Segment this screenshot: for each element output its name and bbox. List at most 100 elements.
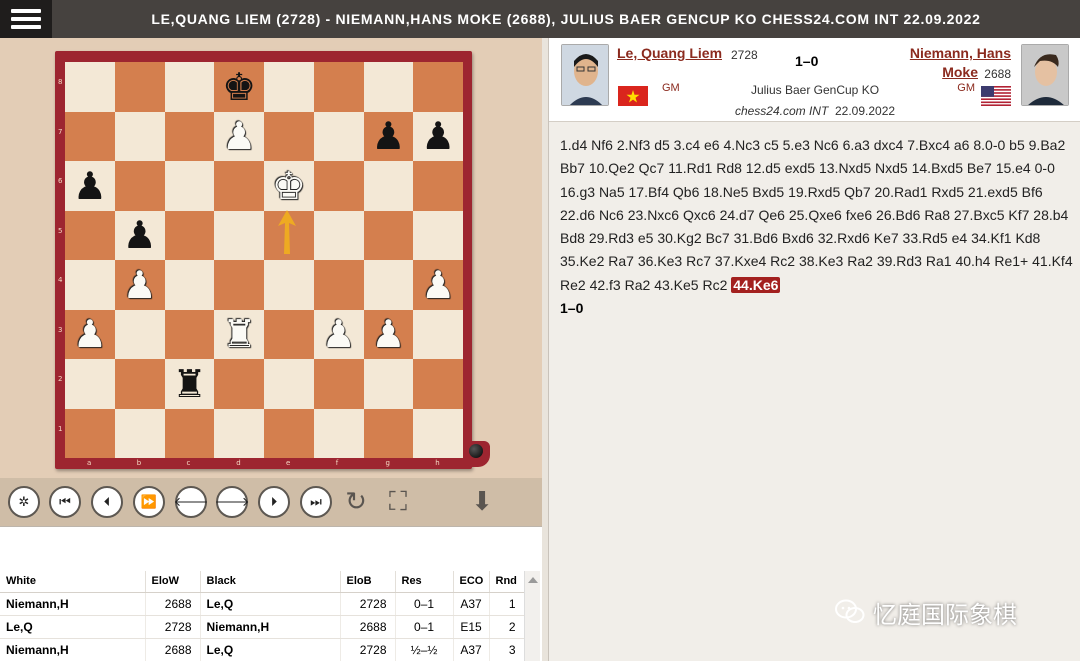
square-h1[interactable] bbox=[413, 408, 463, 458]
move-item[interactable]: Bxd5 bbox=[752, 184, 784, 200]
move-item[interactable]: 0-0 bbox=[1035, 160, 1055, 176]
square-f8[interactable] bbox=[313, 62, 364, 112]
move-item[interactable]: 31.Bd6 bbox=[734, 230, 778, 246]
square-h5[interactable] bbox=[413, 210, 463, 260]
square-b8[interactable] bbox=[114, 62, 165, 112]
move-item[interactable]: fxe6 bbox=[846, 207, 872, 223]
square-c7[interactable] bbox=[164, 111, 215, 161]
fast-forward-button[interactable]: ⏩ bbox=[133, 486, 165, 518]
move-item[interactable]: 18.Ne5 bbox=[703, 184, 748, 200]
move-item[interactable]: Qb6 bbox=[673, 184, 699, 200]
move-item[interactable]: Nc6 bbox=[814, 137, 839, 153]
move-item[interactable]: Nxd5 bbox=[875, 160, 908, 176]
move-item[interactable]: 4.Nc3 bbox=[723, 137, 760, 153]
move-item[interactable]: Be7 bbox=[967, 160, 992, 176]
white-pawn-icon[interactable]: ♟ bbox=[115, 260, 165, 310]
move-item[interactable]: 24.d7 bbox=[720, 207, 755, 223]
move-item[interactable]: e4 bbox=[952, 230, 968, 246]
move-item[interactable]: Rc2 bbox=[702, 277, 727, 293]
square-c3[interactable] bbox=[164, 309, 215, 359]
move-item[interactable]: 30.Kg2 bbox=[657, 230, 701, 246]
move-item[interactable]: Qc7 bbox=[639, 160, 665, 176]
square-e3[interactable] bbox=[264, 309, 314, 359]
square-d4[interactable] bbox=[214, 260, 264, 310]
table-row[interactable]: Le,Q 2728 Niemann,H 2688 0–1 E15 2 bbox=[0, 615, 525, 639]
move-item[interactable]: Kf7 bbox=[1008, 207, 1029, 223]
square-f5[interactable] bbox=[313, 210, 364, 260]
white-pawn-icon[interactable]: ♟ bbox=[314, 310, 364, 360]
move-item[interactable]: 2.Nf3 bbox=[617, 137, 650, 153]
move-item[interactable]: 38.Ke3 bbox=[799, 253, 843, 269]
square-h3[interactable] bbox=[413, 309, 463, 359]
move-item[interactable]: e5 bbox=[638, 230, 654, 246]
move-item[interactable]: 26.Bd6 bbox=[876, 207, 920, 223]
square-f1[interactable] bbox=[313, 408, 364, 458]
square-e7[interactable] bbox=[264, 111, 314, 161]
move-item[interactable]: exd5 bbox=[785, 160, 815, 176]
move-item[interactable]: dxc4 bbox=[874, 137, 904, 153]
column-header-eco[interactable]: ECO bbox=[453, 571, 490, 593]
move-item[interactable]: 5.e3 bbox=[783, 137, 810, 153]
move-item[interactable]: Nc6 bbox=[599, 207, 624, 223]
move-item[interactable]: 29.Rd3 bbox=[589, 230, 634, 246]
square-a5[interactable] bbox=[65, 210, 115, 260]
move-item[interactable]: 39.Rd3 bbox=[877, 253, 922, 269]
move-item[interactable]: 33.Rd5 bbox=[903, 230, 948, 246]
previous-move-button[interactable]: ⏴ bbox=[91, 486, 123, 518]
move-item[interactable]: Bc7 bbox=[706, 230, 730, 246]
move-item[interactable]: 21.exd5 bbox=[968, 184, 1018, 200]
move-item[interactable]: 35.Ke2 bbox=[560, 253, 604, 269]
white-king-icon[interactable]: ♚ bbox=[264, 161, 314, 211]
square-d1[interactable] bbox=[214, 408, 264, 458]
forward-arrow-button[interactable]: 🡒 bbox=[215, 486, 249, 518]
scroll-up-icon[interactable] bbox=[528, 577, 538, 583]
move-item[interactable]: Bd8 bbox=[560, 230, 585, 246]
white-pawn-icon[interactable]: ♟ bbox=[65, 310, 115, 360]
move-item[interactable]: Ra1 bbox=[926, 253, 952, 269]
current-move[interactable]: 44.Ke6 bbox=[731, 276, 781, 293]
square-d2[interactable] bbox=[214, 359, 264, 409]
square-g1[interactable] bbox=[363, 408, 414, 458]
column-header-black[interactable]: Black bbox=[200, 571, 341, 593]
square-g4[interactable] bbox=[363, 260, 414, 310]
move-item[interactable]: 12.d5 bbox=[746, 160, 781, 176]
white-player-name[interactable]: Le, Quang Liem bbox=[617, 45, 722, 61]
move-item[interactable]: Na5 bbox=[599, 184, 625, 200]
move-item[interactable]: Bb7 bbox=[560, 160, 585, 176]
column-header-res[interactable]: Res bbox=[395, 571, 454, 593]
square-a1[interactable] bbox=[65, 408, 115, 458]
back-arrow-button[interactable]: 🡐 bbox=[174, 486, 208, 518]
square-h2[interactable] bbox=[413, 359, 463, 409]
move-item[interactable]: 28.b4 bbox=[1033, 207, 1068, 223]
black-pawn-icon[interactable]: ♟ bbox=[115, 211, 165, 261]
square-f4[interactable] bbox=[313, 260, 364, 310]
settings-wheel-icon[interactable]: ✲ bbox=[8, 486, 40, 518]
move-item[interactable]: Qxc6 bbox=[683, 207, 716, 223]
move-item[interactable]: 15.e4 bbox=[996, 160, 1031, 176]
move-item[interactable]: 19.Rxd5 bbox=[788, 184, 840, 200]
last-move-button[interactable]: ⏭ bbox=[300, 486, 332, 518]
move-item[interactable]: 17.Bf4 bbox=[629, 184, 669, 200]
square-c8[interactable] bbox=[164, 62, 215, 112]
chess-board[interactable]: ♚ ♟ ♟ ♟ ♟ ♚ ♟ ♟ ♟ ♟ ♜ ♟ ♟ ♜ bbox=[65, 62, 463, 458]
move-item[interactable]: Rxd5 bbox=[931, 184, 964, 200]
column-header-rnd[interactable]: Rnd bbox=[489, 571, 525, 593]
square-c4[interactable] bbox=[164, 260, 215, 310]
square-g5[interactable] bbox=[363, 210, 414, 260]
move-item[interactable]: Qe6 bbox=[759, 207, 785, 223]
square-d5[interactable] bbox=[214, 210, 264, 260]
move-item[interactable]: Re1+ bbox=[994, 253, 1028, 269]
black-king-icon[interactable]: ♚ bbox=[214, 62, 264, 112]
move-item[interactable]: 20.Rad1 bbox=[875, 184, 928, 200]
move-item[interactable]: Rd8 bbox=[716, 160, 742, 176]
square-b7[interactable] bbox=[114, 111, 165, 161]
square-b6[interactable] bbox=[114, 161, 165, 211]
fullscreen-icon[interactable]: ⛶ bbox=[382, 486, 414, 518]
column-header-white[interactable]: White bbox=[0, 571, 146, 593]
square-b3[interactable] bbox=[114, 309, 165, 359]
move-item[interactable]: Kd8 bbox=[1015, 230, 1040, 246]
move-item[interactable]: c5 bbox=[764, 137, 779, 153]
black-rook-icon[interactable]: ♜ bbox=[165, 359, 215, 409]
black-pawn-icon[interactable]: ♟ bbox=[413, 112, 463, 162]
move-item[interactable]: 41.Kf4 bbox=[1032, 253, 1072, 269]
